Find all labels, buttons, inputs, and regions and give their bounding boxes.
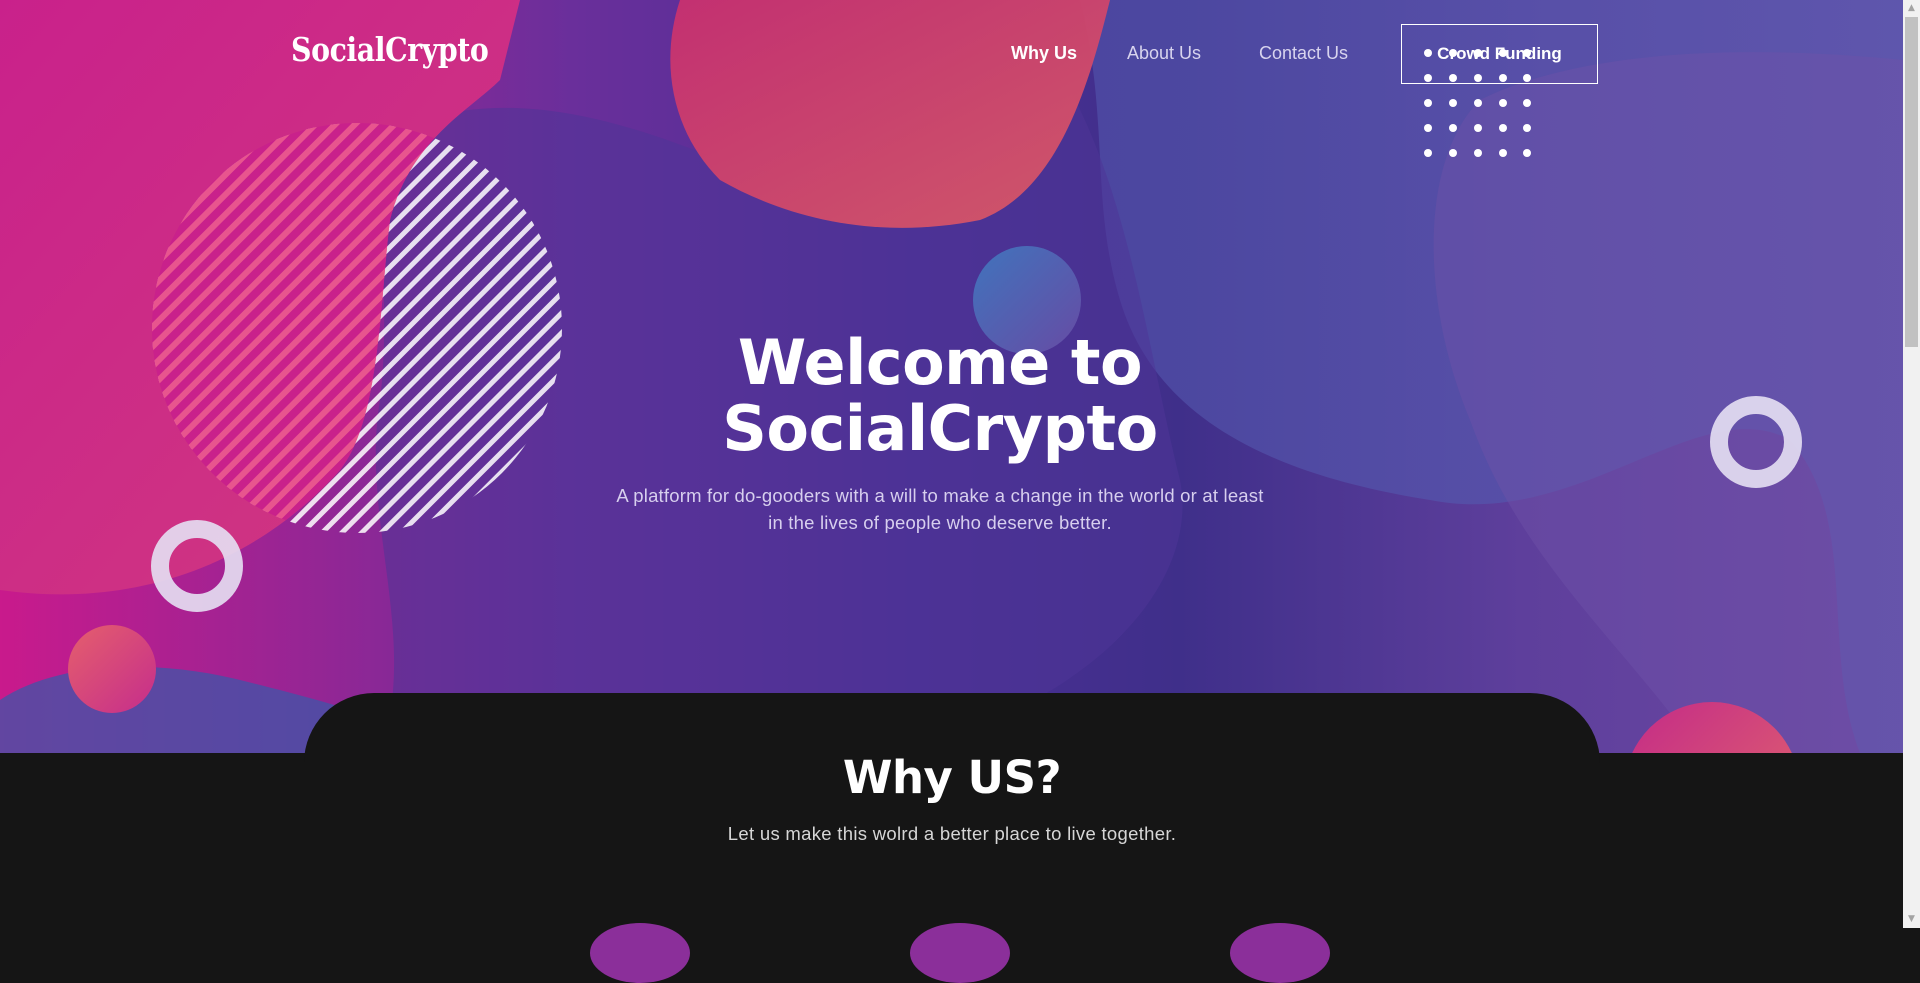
- hero-title: Welcome to SocialCrypto: [560, 330, 1320, 462]
- site-logo[interactable]: SocialCrypto: [291, 30, 489, 69]
- crowd-funding-button[interactable]: Crowd Funding: [1401, 24, 1598, 84]
- hero-section: SocialCrypto Why Us About Us Contact Us …: [0, 0, 1903, 753]
- scroll-down-icon[interactable]: ▼: [1903, 911, 1920, 928]
- feature-icon-circle: [590, 923, 690, 983]
- why-us-title: Why US?: [842, 751, 1062, 804]
- top-navigation: SocialCrypto Why Us About Us Contact Us …: [0, 0, 1903, 110]
- nav-link-why-us[interactable]: Why Us: [1011, 43, 1077, 64]
- why-us-subtitle: Let us make this wolrd a better place to…: [727, 823, 1177, 844]
- hero-subtitle: A platform for do-gooders with a will to…: [555, 482, 1325, 536]
- scrollbar-thumb[interactable]: [1905, 17, 1918, 347]
- scroll-up-icon[interactable]: ▲: [1903, 0, 1920, 17]
- nav-link-about-us[interactable]: About Us: [1127, 43, 1201, 64]
- page-scrollbar[interactable]: ▲ ▼: [1903, 0, 1920, 928]
- hero-title-line-1: Welcome to: [737, 326, 1143, 399]
- nav-link-contact-us[interactable]: Contact Us: [1259, 43, 1348, 64]
- feature-icon-circle: [1230, 923, 1330, 983]
- hero-title-line-2: SocialCrypto: [722, 392, 1158, 465]
- why-us-section: Why US? Let us make this wolrd a better …: [304, 693, 1600, 983]
- hero-subtitle-line-1: A platform for do-gooders with a will to…: [616, 485, 1264, 506]
- feature-icon-circle: [910, 923, 1010, 983]
- hero-subtitle-line-2: in the lives of people who deserve bette…: [768, 512, 1112, 533]
